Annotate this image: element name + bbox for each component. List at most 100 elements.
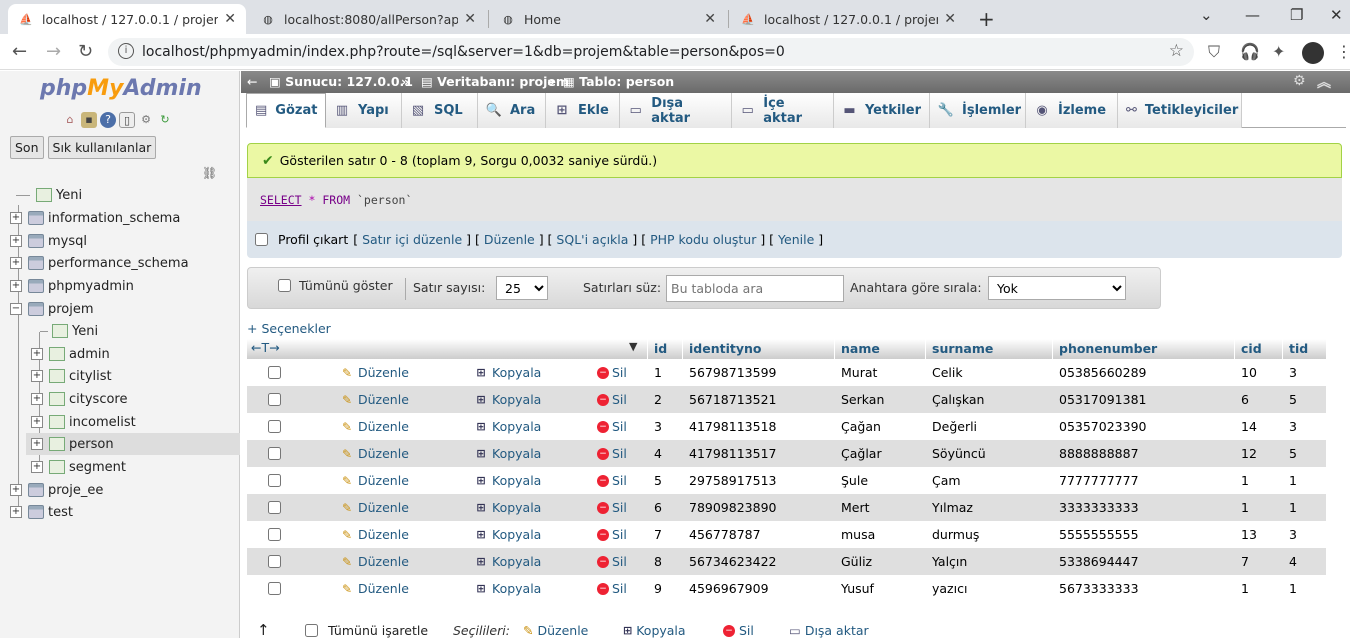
cell-surname[interactable]: Celik — [932, 365, 963, 380]
close-window-icon[interactable]: ✕ — [1330, 6, 1343, 24]
sort-by-key-select[interactable]: Yok — [988, 276, 1126, 300]
row-delete-button[interactable]: − Sil — [597, 527, 627, 542]
expand-icon[interactable]: + — [31, 461, 43, 473]
cell-name[interactable]: Çağlar — [841, 446, 882, 461]
tree-item-test[interactable]: + test — [10, 501, 73, 523]
tree-item-information-schema[interactable]: + information_schema — [10, 207, 180, 229]
column-header-phonenumber[interactable]: phonenumber — [1059, 341, 1157, 356]
cell-cid[interactable]: 6 — [1241, 392, 1249, 407]
table-row[interactable]: ✎ Düzenle ⊞ Kopyala − Sil 6 78909823890 Mert Yılm… — [247, 494, 1326, 521]
sql-select-keyword[interactable]: SELECT — [260, 193, 302, 207]
column-header-surname[interactable]: surname — [932, 341, 993, 356]
cell-name[interactable]: Güliz — [841, 554, 872, 569]
new-tab-icon[interactable]: + — [978, 7, 995, 31]
cell-identityno[interactable]: 78909823890 — [689, 500, 776, 515]
expand-icon[interactable]: + — [31, 416, 43, 428]
row-edit-button[interactable]: ✎ Düzenle — [339, 446, 409, 461]
row-checkbox[interactable] — [268, 366, 281, 379]
row-checkbox[interactable] — [268, 420, 281, 433]
expand-icon[interactable]: + — [10, 280, 22, 292]
browser-menu-icon[interactable]: ⋮ — [1336, 42, 1350, 61]
breadcrumb-server[interactable]: ▣ Sunucu: 127.0.0.1 — [269, 74, 413, 89]
expand-icon[interactable]: + — [10, 212, 22, 224]
tree-item-projem[interactable]: − projem — [10, 298, 94, 320]
row-copy-button[interactable]: ⊞ Kopyala — [473, 527, 541, 542]
row-count-select[interactable]: 25 — [496, 276, 548, 300]
column-header-cid[interactable]: cid — [1241, 341, 1262, 356]
cell-tid[interactable]: 4 — [1289, 554, 1297, 569]
cell-id[interactable]: 5 — [654, 473, 662, 488]
row-checkbox[interactable] — [268, 474, 281, 487]
close-tab-icon[interactable]: ✕ — [224, 11, 236, 27]
row-edit-button[interactable]: ✎ Düzenle — [339, 365, 409, 380]
tab-search[interactable]: 🔍 Ara — [478, 93, 546, 128]
cell-phonenumber[interactable]: 05385660289 — [1059, 365, 1146, 380]
home-icon[interactable]: ⌂ — [62, 112, 78, 128]
row-copy-button[interactable]: ⊞ Kopyala — [473, 473, 541, 488]
row-checkbox[interactable] — [268, 447, 281, 460]
expand-icon[interactable]: + — [31, 348, 43, 360]
tree-item-cityscore[interactable]: + cityscore — [31, 388, 127, 410]
cell-id[interactable]: 4 — [654, 446, 662, 461]
cell-surname[interactable]: Çalışkan — [932, 392, 984, 407]
table-row[interactable]: ✎ Düzenle ⊞ Kopyala − Sil 9 4596967909 Yusuf yazı… — [247, 575, 1326, 602]
check-all-control[interactable]: Tümünü işaretle — [305, 623, 428, 638]
close-tab-icon[interactable]: ✕ — [704, 11, 716, 27]
cell-surname[interactable]: yazıcı — [932, 581, 967, 596]
tree-item-person[interactable]: + person — [26, 433, 240, 455]
cell-id[interactable]: 6 — [654, 500, 662, 515]
edit-query-link[interactable]: Düzenle — [484, 232, 535, 247]
cell-phonenumber[interactable]: 3333333333 — [1059, 500, 1139, 515]
bulk-edit-button[interactable]: ✎ Düzenle — [523, 623, 588, 638]
forward-icon[interactable]: → — [46, 41, 61, 62]
tree-item-mysql[interactable]: + mysql — [10, 230, 87, 252]
cell-phonenumber[interactable]: 5555555555 — [1059, 527, 1139, 542]
cell-id[interactable]: 8 — [654, 554, 662, 569]
row-delete-button[interactable]: − Sil — [597, 446, 627, 461]
reload-nav-icon[interactable]: ↻ — [157, 112, 173, 128]
cell-phonenumber[interactable]: 05317091381 — [1059, 392, 1146, 407]
tab-search-icon[interactable]: ⌄ — [1200, 6, 1213, 24]
cell-id[interactable]: 7 — [654, 527, 662, 542]
table-row[interactable]: ✎ Düzenle ⊞ Kopyala − Sil 8 56734623422 Güliz Yal… — [247, 548, 1326, 575]
bookmark-star-icon[interactable]: ☆ — [1169, 41, 1184, 61]
row-checkbox[interactable] — [268, 501, 281, 514]
back-icon[interactable]: ← — [12, 41, 27, 62]
cell-cid[interactable]: 1 — [1241, 473, 1249, 488]
row-copy-button[interactable]: ⊞ Kopyala — [473, 392, 541, 407]
tab-import[interactable]: ▭ İçe aktar — [732, 93, 834, 128]
cell-phonenumber[interactable]: 7777777777 — [1059, 473, 1139, 488]
cell-identityno[interactable]: 56798713599 — [689, 365, 776, 380]
cell-phonenumber[interactable]: 05357023390 — [1059, 419, 1146, 434]
row-edit-button[interactable]: ✎ Düzenle — [339, 554, 409, 569]
puzzle-extension-icon[interactable]: ✦ — [1272, 42, 1285, 61]
inline-edit-link[interactable]: Satır içi düzenle — [362, 232, 462, 247]
row-checkbox[interactable] — [268, 393, 281, 406]
site-info-icon[interactable]: i — [118, 43, 134, 59]
headphones-extension-icon[interactable]: 🎧 — [1240, 42, 1260, 61]
browser-tab-1[interactable]: ⛵ localhost / 127.0.0.1 / projem / p ✕ — [8, 4, 246, 34]
browser-tab-4[interactable]: ⛵ localhost / 127.0.0.1 / projem | ph ✕ — [730, 4, 966, 34]
browser-tab-2[interactable]: ◍ localhost:8080/allPerson?apiKey= ✕ — [250, 4, 486, 34]
cell-surname[interactable]: Yılmaz — [932, 500, 973, 515]
column-header-identityno[interactable]: identityno — [689, 341, 761, 356]
column-header-id[interactable]: id — [654, 341, 667, 356]
show-all-checkbox[interactable] — [278, 279, 291, 292]
tab-operations[interactable]: 🔧 İşlemler — [930, 93, 1026, 128]
tree-item-citylist[interactable]: + citylist — [31, 365, 112, 387]
row-copy-button[interactable]: ⊞ Kopyala — [473, 365, 541, 380]
cell-id[interactable]: 2 — [654, 392, 662, 407]
tab-sql[interactable]: ▧ SQL — [402, 93, 478, 128]
cell-id[interactable]: 9 — [654, 581, 662, 596]
cell-identityno[interactable]: 4596967909 — [689, 581, 769, 596]
cell-cid[interactable]: 7 — [1241, 554, 1249, 569]
row-delete-button[interactable]: − Sil — [597, 419, 627, 434]
row-edit-button[interactable]: ✎ Düzenle — [339, 527, 409, 542]
link-with-main-icon[interactable]: ⛓ — [202, 166, 217, 180]
tree-item-segment[interactable]: + segment — [31, 456, 126, 478]
recent-button[interactable]: Son — [10, 136, 44, 159]
phpmyadmin-logo[interactable]: phpMyAdmin — [40, 76, 202, 101]
options-link[interactable]: + Seçenekler — [247, 321, 331, 336]
breadcrumb-table[interactable]: ▦ Tablo: person — [563, 74, 674, 89]
cell-surname[interactable]: Değerli — [932, 419, 977, 434]
